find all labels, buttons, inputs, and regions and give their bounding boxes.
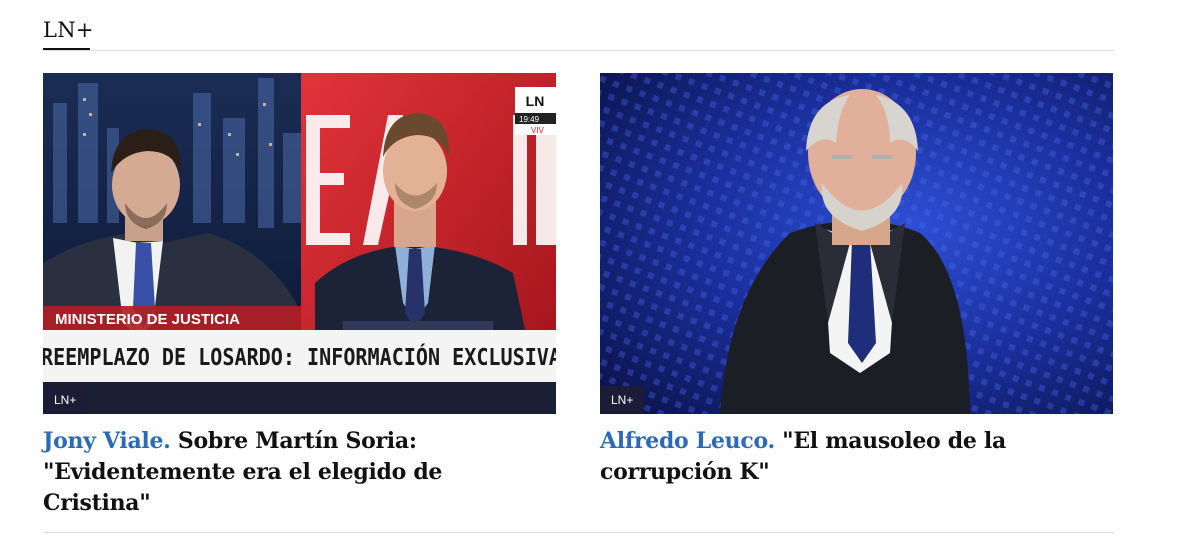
broadcast-clock: 19:49 <box>519 115 540 124</box>
channel-logo: LN <box>526 93 545 109</box>
article-thumbnail[interactable]: LN 19:49 VIV MINISTERIO DE JUSTICIA REEM… <box>43 73 556 414</box>
lnplus-badge: LN+ <box>600 386 645 414</box>
article-thumbnail[interactable]: LN+ <box>600 73 1113 414</box>
article-author: Jony Viale. <box>43 428 171 454</box>
chyron-main: REEMPLAZO DE LOSARDO: INFORMACIÓN EXCLUS… <box>43 343 556 371</box>
tv-studio-image: LN 19:49 VIV MINISTERIO DE JUSTICIA REEM… <box>43 73 556 414</box>
article-card-leuco[interactable]: LN+ Alfredo Leuco. "El mausoleo de la co… <box>600 73 1113 488</box>
section-divider <box>43 50 1114 51</box>
bottom-divider <box>43 532 1114 533</box>
article-card-viale[interactable]: LN 19:49 VIV MINISTERIO DE JUSTICIA REEM… <box>43 73 556 519</box>
live-indicator: VIV <box>531 126 545 135</box>
chyron-top: MINISTERIO DE JUSTICIA <box>55 311 240 328</box>
article-headline[interactable]: Jony Viale. Sobre Martín Soria: "Evident… <box>43 426 556 519</box>
lnplus-badge: LN+ <box>43 386 88 414</box>
section-title[interactable]: LN+ <box>43 18 94 42</box>
article-author: Alfredo Leuco. <box>600 428 775 454</box>
article-headline[interactable]: Alfredo Leuco. "El mausoleo de la corrup… <box>600 426 1113 488</box>
portrait-image <box>600 73 1113 414</box>
